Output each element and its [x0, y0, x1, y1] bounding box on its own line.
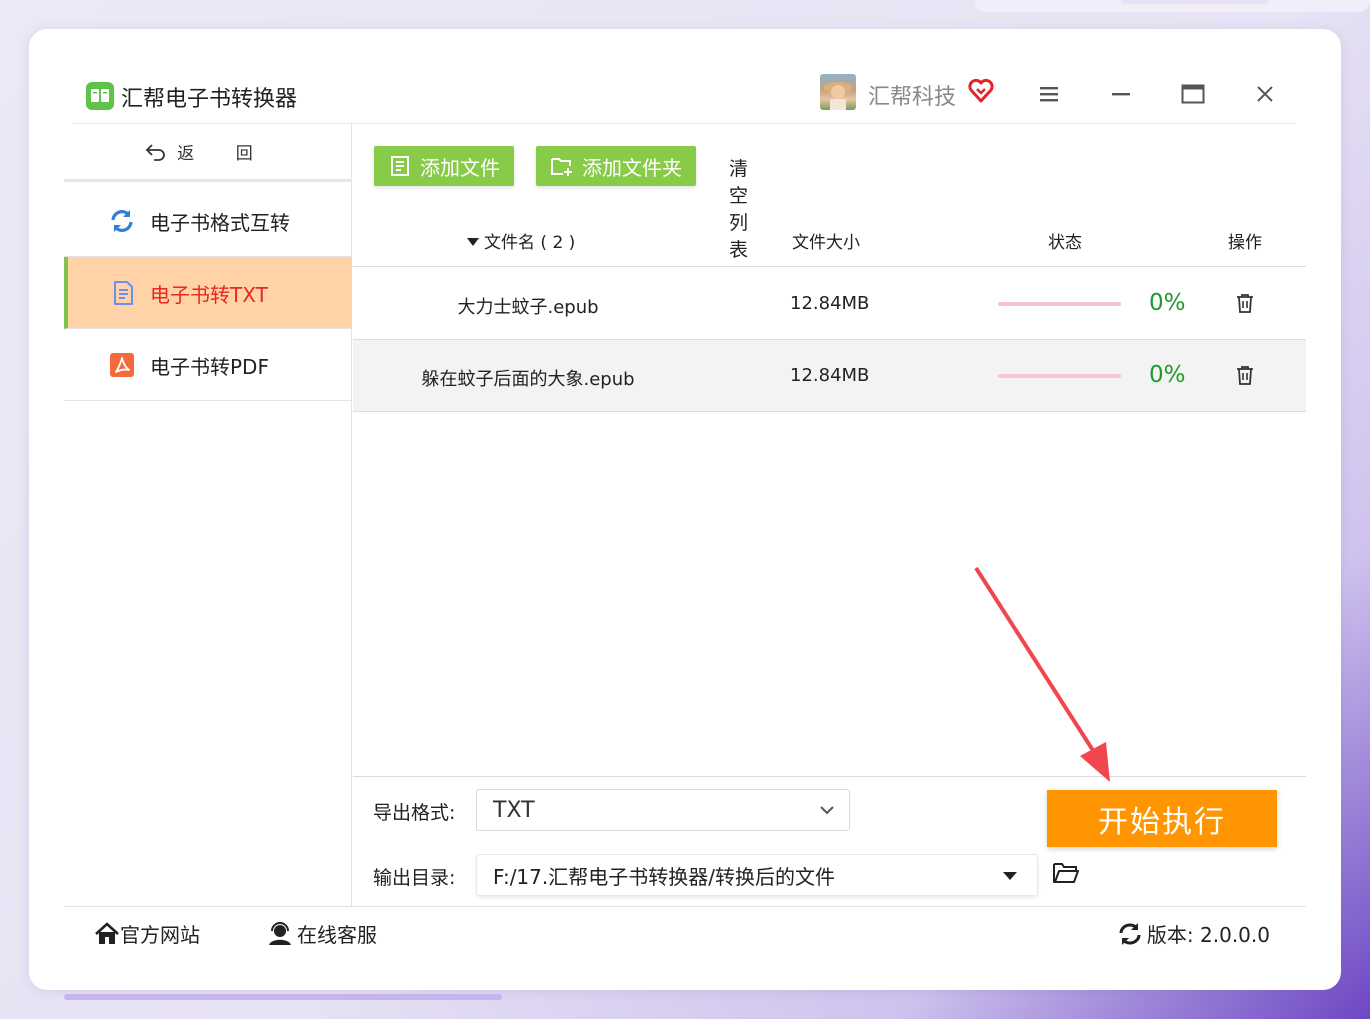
- trash-icon[interactable]: [1234, 364, 1256, 386]
- official-website-link[interactable]: 官方网站: [94, 919, 200, 948]
- chevron-down-icon: [820, 806, 834, 815]
- username[interactable]: 汇帮科技: [868, 79, 956, 111]
- refresh-icon: [1119, 922, 1141, 945]
- open-folder-icon[interactable]: [1052, 860, 1080, 886]
- add-file-button[interactable]: 添加文件: [374, 146, 514, 186]
- menu-icon[interactable]: [1035, 80, 1063, 108]
- column-size: 文件大小: [792, 233, 860, 253]
- app-logo: [86, 82, 114, 110]
- online-support-link[interactable]: 在线客服: [267, 919, 377, 948]
- background-shape: [1120, 0, 1270, 4]
- sidebar-item-to-txt[interactable]: 电子书转TXT: [64, 257, 352, 329]
- vip-heart-icon[interactable]: [968, 78, 994, 108]
- support-label: 在线客服: [297, 923, 377, 947]
- pdf-icon: [110, 353, 134, 377]
- file-name: 躲在蚊子后面的大象.epub: [421, 369, 635, 390]
- document-icon: [114, 281, 133, 305]
- progress-bar: [998, 374, 1121, 378]
- sidebar-item-to-pdf[interactable]: 电子书转PDF: [64, 329, 352, 401]
- footer: 官方网站 在线客服 版本: 2.0.0.0: [64, 906, 1306, 963]
- back-button[interactable]: 返 回: [64, 124, 352, 182]
- table-row[interactable]: 大力士蚊子.epub 12.84MB 0%: [353, 268, 1306, 340]
- file-size: 12.84MB: [790, 365, 870, 386]
- output-dir-select[interactable]: F:/17.汇帮电子书转换器/转换后的文件: [476, 854, 1038, 896]
- file-size: 12.84MB: [790, 293, 870, 314]
- close-icon[interactable]: [1251, 80, 1279, 108]
- dropdown-caret-icon: [1003, 872, 1017, 880]
- sort-down-icon: [467, 238, 479, 246]
- table-header: 文件名 ( 2 ) 文件大小 状态 操作: [353, 212, 1306, 267]
- format-label: 导出格式:: [373, 802, 456, 824]
- sidebar-item-label: 电子书格式互转: [150, 211, 290, 235]
- home-icon: [95, 921, 119, 944]
- maximize-icon[interactable]: [1179, 80, 1207, 108]
- column-status: 状态: [1048, 233, 1082, 253]
- add-folder-button[interactable]: 添加文件夹: [536, 146, 696, 186]
- app-title: 汇帮电子书转换器: [121, 87, 298, 112]
- add-file-icon: [391, 156, 409, 176]
- book-icon: [91, 89, 109, 102]
- column-filename: 文件名 ( 2 ): [484, 233, 576, 253]
- sidebar-item-label: 电子书转TXT: [150, 283, 268, 307]
- support-agent-icon: [269, 921, 291, 945]
- website-label: 官方网站: [120, 923, 200, 947]
- sidebar-item-format-convert[interactable]: 电子书格式互转: [64, 185, 352, 257]
- format-select[interactable]: TXT: [476, 789, 850, 831]
- title-bar: 汇帮电子书转换器 汇帮科技: [64, 62, 1306, 124]
- version-info: 版本: 2.0.0.0: [1117, 919, 1270, 948]
- trash-icon[interactable]: [1234, 292, 1256, 314]
- app-window: 汇帮电子书转换器 汇帮科技 返 回 电子书格式互转 电子书转TXT 电子书转PD…: [64, 62, 1306, 963]
- minimize-icon[interactable]: [1107, 80, 1135, 108]
- sidebar-item-label: 电子书转PDF: [150, 355, 269, 379]
- column-filename-sort[interactable]: 文件名 ( 2 ): [466, 228, 575, 253]
- sidebar: 返 回 电子书格式互转 电子书转TXT 电子书转PDF: [64, 124, 352, 906]
- column-action: 操作: [1228, 233, 1262, 253]
- progress-percent: 0%: [1149, 362, 1186, 388]
- back-label: 返 回: [177, 144, 271, 164]
- format-value: TXT: [493, 797, 535, 823]
- refresh-icon: [111, 210, 133, 232]
- start-button[interactable]: 开始执行: [1047, 790, 1277, 847]
- horizontal-scrollbar[interactable]: [64, 994, 502, 1000]
- add-folder-label: 添加文件夹: [582, 155, 682, 180]
- file-name: 大力士蚊子.epub: [457, 297, 599, 318]
- version-label: 版本: 2.0.0.0: [1146, 923, 1270, 947]
- back-arrow-icon: [146, 143, 166, 161]
- table-row[interactable]: 躲在蚊子后面的大象.epub 12.84MB 0%: [353, 340, 1306, 412]
- dir-label: 输出目录:: [373, 867, 456, 889]
- progress-bar: [998, 302, 1121, 306]
- output-settings: 导出格式: TXT 输出目录: F:/17.汇帮电子书转换器/转换后的文件 开始…: [353, 776, 1306, 906]
- output-dir-value: F:/17.汇帮电子书转换器/转换后的文件: [493, 864, 835, 889]
- progress-percent: 0%: [1149, 290, 1186, 316]
- add-folder-icon: [551, 158, 572, 176]
- avatar[interactable]: [820, 74, 856, 110]
- add-file-label: 添加文件: [420, 155, 500, 180]
